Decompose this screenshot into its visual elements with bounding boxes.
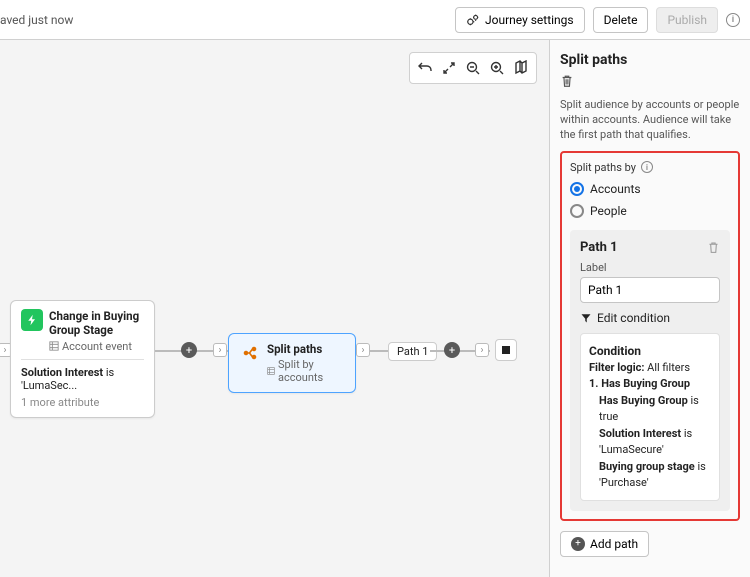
rule-1-sub2: Solution Interest is 'LumaSecure' xyxy=(589,426,711,459)
gears-icon xyxy=(466,13,480,27)
condition-card: Condition Filter logic: All filters 1. H… xyxy=(580,333,720,501)
publish-button: Publish xyxy=(656,7,718,33)
top-actions: Journey settings Delete Publish i xyxy=(455,7,740,33)
delete-button[interactable]: Delete xyxy=(593,7,649,33)
top-bar: aved just now Journey settings Delete Pu… xyxy=(0,0,750,40)
info-small-icon[interactable]: i xyxy=(641,161,653,173)
rule-1-sub1: Has Buying Group is true xyxy=(589,393,711,426)
condition-heading: Condition xyxy=(589,342,711,360)
radio-people[interactable]: People xyxy=(570,204,730,218)
side-panel: Split paths Split audience by accounts o… xyxy=(550,40,750,577)
add-path-row: + Add path xyxy=(560,531,740,557)
fit-icon[interactable] xyxy=(438,57,460,79)
panel-title: Split paths xyxy=(560,52,740,68)
add-node-plus-1[interactable]: + xyxy=(181,342,197,358)
rule-1-sub3: Buying group stage is 'Purchase' xyxy=(589,459,711,492)
radio-accounts[interactable]: Accounts xyxy=(570,182,730,196)
lightning-icon xyxy=(21,309,43,331)
node2-title: Split paths xyxy=(267,342,345,356)
node1-subtitle: Account event xyxy=(49,340,144,353)
radio-accounts-label: Accounts xyxy=(590,182,641,196)
canvas-toolbar xyxy=(409,52,537,84)
node2-subtitle: Split by accounts xyxy=(267,358,345,384)
radio-people-label: People xyxy=(590,204,627,218)
map-icon[interactable] xyxy=(510,57,532,79)
node1-attr1: Solution Interest is 'LumaSec... xyxy=(21,366,144,392)
add-path-label: Add path xyxy=(590,537,638,551)
delete-path-icon[interactable] xyxy=(707,241,720,254)
path-title: Path 1 xyxy=(580,240,618,255)
edge-2a xyxy=(370,350,388,352)
main: › Change in Buying Group Stage Account e… xyxy=(0,40,750,577)
radio-icon xyxy=(570,204,584,218)
journey-settings-button[interactable]: Journey settings xyxy=(455,7,585,33)
canvas[interactable]: › Change in Buying Group Stage Account e… xyxy=(0,40,550,577)
filter-logic: Filter logic: All filters xyxy=(589,360,711,377)
delete-node-icon[interactable] xyxy=(560,74,740,88)
config-highlight: Split paths by i Accounts People Path 1 … xyxy=(560,151,740,521)
node-split-paths[interactable]: Split paths Split by accounts xyxy=(228,333,356,393)
path-label-label: Label xyxy=(580,261,720,274)
node2-out-port: › xyxy=(356,343,370,357)
panel-description: Split audience by accounts or people wit… xyxy=(560,98,740,143)
node1-more: 1 more attribute xyxy=(21,396,144,409)
saved-status: aved just now xyxy=(0,13,73,27)
rule-1: 1. Has Buying Group xyxy=(589,376,711,393)
path-label-input[interactable] xyxy=(580,277,720,303)
node2-in-port: › xyxy=(213,343,227,357)
add-node-plus-2[interactable]: + xyxy=(444,342,460,358)
zoom-out-icon[interactable] xyxy=(462,57,484,79)
add-path-button[interactable]: + Add path xyxy=(560,531,649,557)
plus-icon: + xyxy=(571,537,585,551)
node-change-buying-group-stage[interactable]: Change in Buying Group Stage Account eve… xyxy=(10,300,155,418)
split-by-label: Split paths by i xyxy=(570,161,730,174)
info-icon[interactable]: i xyxy=(726,13,740,27)
zoom-in-icon[interactable] xyxy=(486,57,508,79)
node1-title: Change in Buying Group Stage xyxy=(49,309,144,338)
path-card: Path 1 Label Edit condition Condition Fi… xyxy=(570,230,730,511)
end-node[interactable] xyxy=(495,339,517,361)
radio-icon xyxy=(570,182,584,196)
journey-settings-label: Journey settings xyxy=(485,13,574,27)
edit-condition-link[interactable]: Edit condition xyxy=(580,311,720,325)
undo-icon[interactable] xyxy=(414,57,436,79)
end-in-port: › xyxy=(475,343,489,357)
split-icon xyxy=(239,342,261,364)
